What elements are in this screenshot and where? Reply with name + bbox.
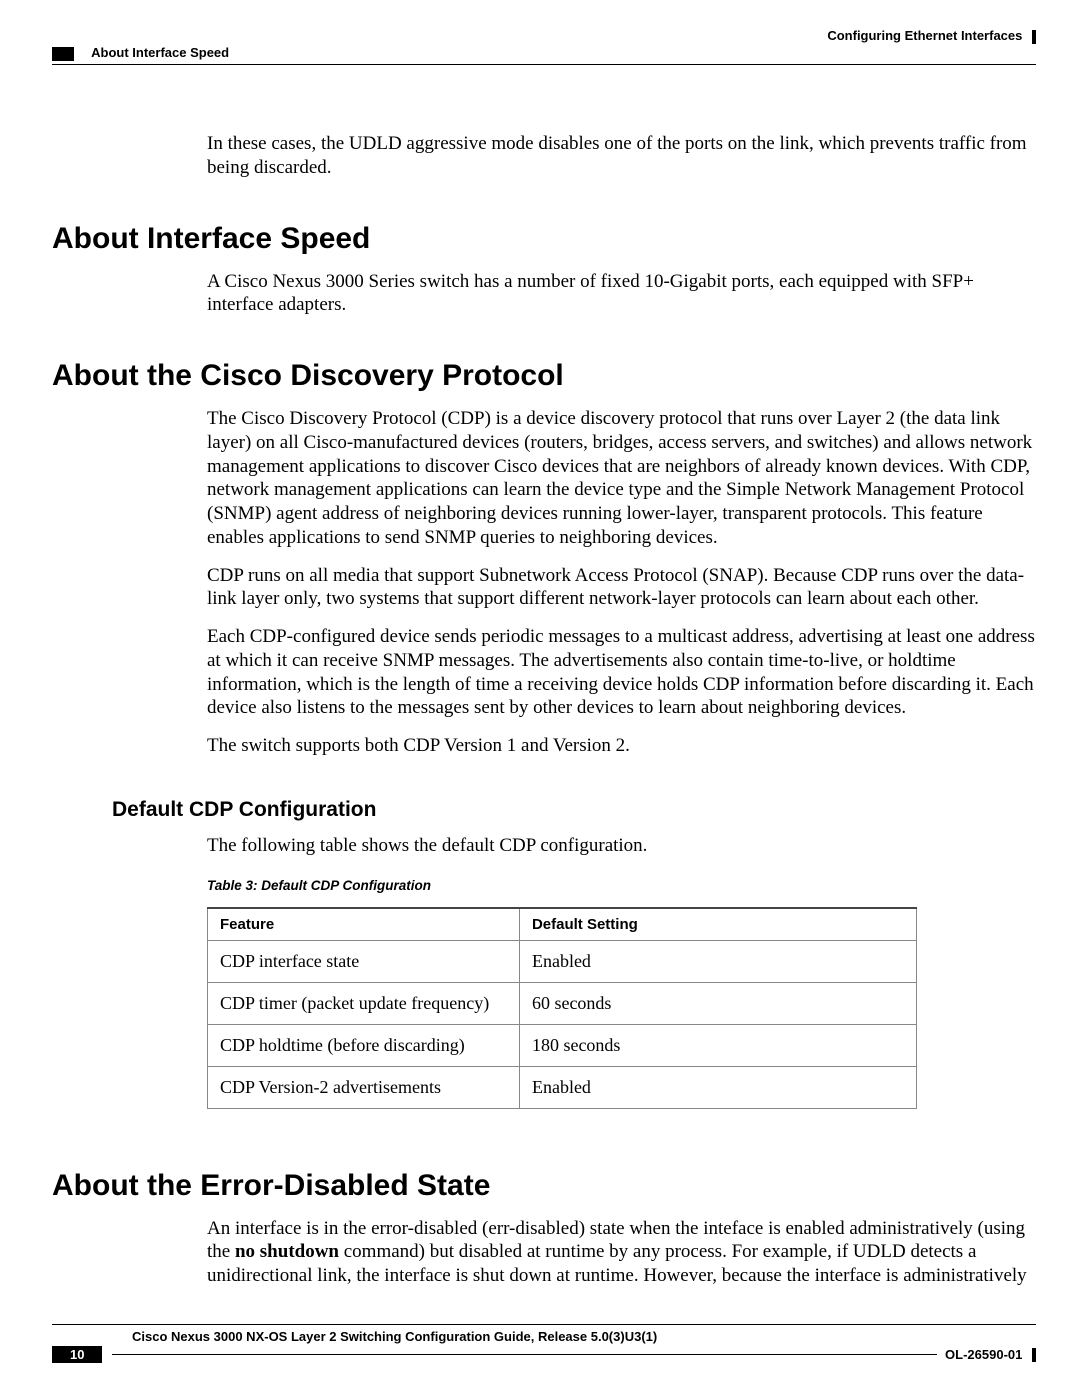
- table-header-row: Feature Default Setting: [208, 908, 917, 941]
- content-area: In these cases, the UDLD aggressive mode…: [52, 132, 1036, 1302]
- cdp-default-table: Feature Default Setting CDP interface st…: [207, 907, 917, 1109]
- cell-setting: 180 seconds: [519, 1024, 916, 1066]
- header-chapter: Configuring Ethernet Interfaces: [827, 28, 1036, 44]
- no-shutdown-command: no shutdown: [235, 1241, 339, 1262]
- header-section-text: About Interface Speed: [91, 45, 229, 60]
- para-cdp-2: CDP runs on all media that support Subne…: [207, 564, 1036, 612]
- heading-default-cdp: Default CDP Configuration: [112, 798, 1036, 822]
- footer-bar: 10 OL-26590-01: [52, 1346, 1036, 1363]
- document-page: Configuring Ethernet Interfaces About In…: [0, 0, 1080, 1397]
- cell-setting: Enabled: [519, 940, 916, 982]
- intro-paragraph: In these cases, the UDLD aggressive mode…: [207, 132, 1036, 180]
- heading-interface-speed: About Interface Speed: [52, 222, 1036, 256]
- col-feature: Feature: [208, 908, 520, 941]
- footer-docnum-text: OL-26590-01: [945, 1347, 1022, 1362]
- footer: Cisco Nexus 3000 NX-OS Layer 2 Switching…: [52, 1324, 1036, 1363]
- header-section: About Interface Speed: [52, 45, 229, 61]
- cell-setting: 60 seconds: [519, 982, 916, 1024]
- footer-line-icon: [112, 1354, 937, 1355]
- heading-err-disabled: About the Error-Disabled State: [52, 1169, 1036, 1203]
- para-err-disabled: An interface is in the error-disabled (e…: [207, 1217, 1036, 1288]
- table-row: CDP Version-2 advertisements Enabled: [208, 1066, 917, 1108]
- table-row: CDP interface state Enabled: [208, 940, 917, 982]
- table-row: CDP timer (packet update frequency) 60 s…: [208, 982, 917, 1024]
- footer-vbar-icon: [1032, 1348, 1036, 1362]
- table-caption: Table 3: Default CDP Configuration: [207, 878, 1036, 893]
- col-default-setting: Default Setting: [519, 908, 916, 941]
- heading-cdp: About the Cisco Discovery Protocol: [52, 359, 1036, 393]
- cell-feature: CDP holdtime (before discarding): [208, 1024, 520, 1066]
- header-chapter-text: Configuring Ethernet Interfaces: [827, 28, 1022, 43]
- cell-setting: Enabled: [519, 1066, 916, 1108]
- cell-feature: CDP Version-2 advertisements: [208, 1066, 520, 1108]
- para-cdp-3: Each CDP-configured device sends periodi…: [207, 625, 1036, 720]
- header-block-icon: [52, 47, 74, 61]
- footer-title: Cisco Nexus 3000 NX-OS Layer 2 Switching…: [132, 1329, 1036, 1344]
- para-default-cdp-intro: The following table shows the default CD…: [207, 834, 1036, 858]
- para-interface-speed: A Cisco Nexus 3000 Series switch has a n…: [207, 270, 1036, 318]
- cell-feature: CDP interface state: [208, 940, 520, 982]
- header-rule: [52, 64, 1036, 65]
- page-number: 10: [52, 1346, 102, 1363]
- footer-rule: [52, 1324, 1036, 1325]
- para-cdp-4: The switch supports both CDP Version 1 a…: [207, 734, 1036, 758]
- header-vbar-icon: [1032, 30, 1036, 44]
- para-cdp-1: The Cisco Discovery Protocol (CDP) is a …: [207, 407, 1036, 550]
- footer-docnum: OL-26590-01: [945, 1347, 1036, 1363]
- table-row: CDP holdtime (before discarding) 180 sec…: [208, 1024, 917, 1066]
- cell-feature: CDP timer (packet update frequency): [208, 982, 520, 1024]
